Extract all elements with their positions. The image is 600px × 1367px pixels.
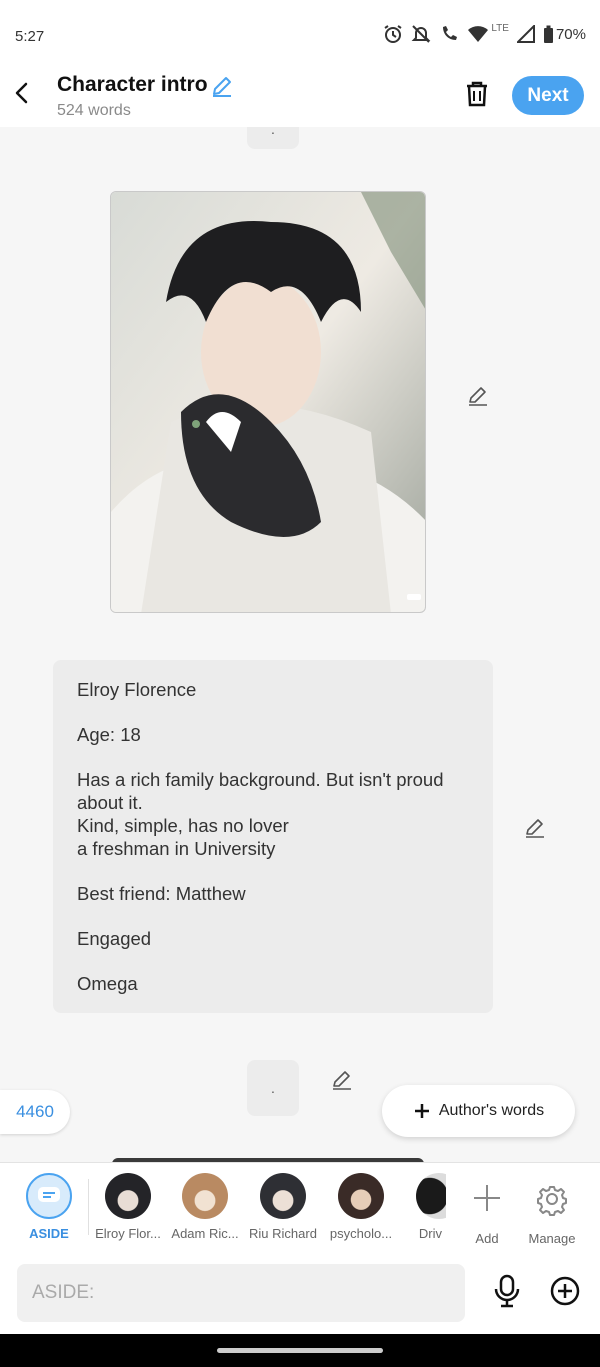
character-aside[interactable]: ASIDE [12,1173,86,1241]
avatar [105,1173,151,1219]
plus-icon [414,1104,429,1118]
edit-title-icon[interactable] [210,74,234,98]
microphone-icon[interactable] [492,1274,522,1308]
wifi-icon [468,26,489,42]
character-adam[interactable]: Adam Ric... [168,1173,242,1241]
home-indicator[interactable] [217,1348,383,1353]
character-driv[interactable]: Driv [398,1173,446,1241]
chat-bubble-icon [38,1187,60,1202]
character-psycholo[interactable]: psycholo... [324,1173,398,1241]
status-bar: 5:27 LTE 70% [0,0,600,70]
narration-bubble-2[interactable]: . [247,1060,299,1116]
character-background: Has a rich family background. But isn't … [77,769,444,859]
avatar [182,1173,228,1219]
character-riu[interactable]: Riu Richard [246,1173,320,1241]
character-description[interactable]: Elroy Florence Age: 18 Has a rich family… [53,660,493,1013]
character-label: Driv [418,1226,442,1241]
character-type: Omega [77,973,138,994]
page-title: Character intro [57,73,208,96]
add-icon [474,1185,500,1211]
character-age: Age: 18 [77,724,141,745]
signal-icon [516,25,535,43]
character-label: Elroy Flor... [95,1226,161,1241]
message-count-badge[interactable]: 4460 [0,1090,70,1134]
character-name: Elroy Florence [77,679,197,700]
back-arrow-icon[interactable] [10,80,36,106]
network-type: LTE [491,22,509,34]
authors-words-label: Author's words [438,1102,545,1119]
message-input[interactable] [17,1264,465,1322]
add-label: Add [475,1231,499,1246]
edit-bubble-icon[interactable] [331,1068,353,1090]
story-content[interactable]: . Elroy Florence Age: 18 Has a rich fami… [0,127,600,1162]
character-image[interactable] [110,191,426,613]
status-icons: LTE 70% [383,22,586,44]
aside-avatar [26,1173,72,1219]
add-attachment-icon[interactable] [550,1276,580,1306]
word-count: 524 words [57,102,131,119]
character-label: Riu Richard [249,1226,317,1241]
add-character-button[interactable]: Add [450,1173,524,1246]
character-status: Engaged [77,928,152,949]
battery-icon [543,25,553,43]
alarm-icon [384,25,402,43]
battery-level: 70% [555,25,586,43]
character-friend: Best friend: Matthew [77,883,246,904]
compose-bar [0,1254,600,1334]
app-header: Character intro 524 words Next [0,70,600,127]
character-selector: ASIDE Elroy Flor... Adam Ric... Riu Rich… [0,1162,600,1255]
character-illustration [111,192,425,612]
manage-label: Manage [528,1231,576,1246]
selector-divider [88,1179,89,1235]
avatar [416,1173,446,1219]
system-nav-bar [0,1334,600,1367]
character-elroy[interactable]: Elroy Flor... [91,1173,165,1241]
gear-icon [537,1186,567,1216]
avatar [338,1173,384,1219]
next-button[interactable]: Next [512,76,584,115]
status-time: 5:27 [15,28,45,45]
edit-text-icon[interactable] [524,816,546,838]
narration-bubble[interactable]: . [247,127,299,149]
wifi-call-icon [443,26,458,40]
character-label: psycholo... [329,1226,393,1241]
authors-words-button[interactable]: Author's words [382,1085,575,1137]
trash-icon[interactable] [464,80,490,108]
character-label: ASIDE [29,1226,69,1241]
edit-image-icon[interactable] [467,384,489,406]
mute-bell-icon [411,25,431,43]
manage-characters-button[interactable]: Manage [515,1173,589,1246]
character-label: Adam Ric... [171,1226,239,1241]
avatar [260,1173,306,1219]
